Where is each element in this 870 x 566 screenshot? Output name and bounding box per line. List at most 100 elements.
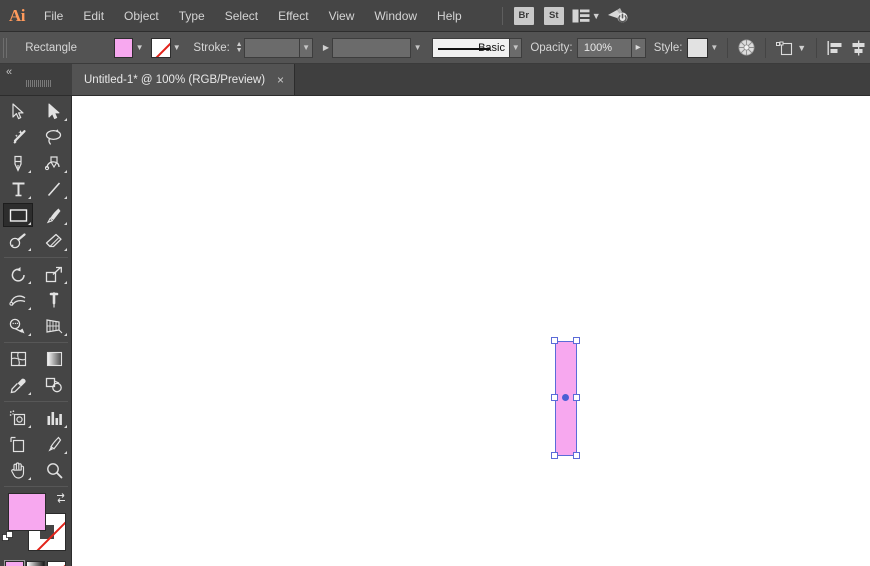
collapse-panel-icon[interactable]: « [6, 66, 12, 78]
menubar-divider [501, 6, 503, 25]
line-segment-tool[interactable] [39, 177, 69, 201]
bridge-button[interactable]: Br [513, 6, 534, 25]
recolor-artwork-icon[interactable] [738, 37, 755, 59]
gradient-tool[interactable] [39, 347, 69, 371]
fill-stroke-controls [0, 491, 72, 555]
fill-color-swatch[interactable] [113, 37, 134, 58]
free-transform-tool[interactable] [39, 288, 69, 312]
illustrator-window: Ai File Edit Object Type Select Effect V… [0, 0, 870, 566]
curvature-tool[interactable] [39, 151, 69, 175]
tool-divider-3 [4, 401, 68, 402]
shaper-tool[interactable] [3, 229, 33, 253]
perspective-grid-tool[interactable] [39, 314, 69, 338]
document-tab[interactable]: Untitled-1* @ 100% (RGB/Preview) × [72, 64, 296, 95]
transform-icon[interactable]: ▼ [776, 37, 806, 59]
stock-button[interactable]: St [543, 6, 564, 25]
rotate-tool[interactable] [3, 262, 33, 286]
gradient-mode-button[interactable] [26, 561, 45, 566]
graphic-style-swatch[interactable] [686, 37, 709, 58]
menu-view[interactable]: View [319, 0, 365, 32]
align-left-icon[interactable] [827, 37, 844, 59]
handle-top-right[interactable] [573, 337, 580, 344]
close-icon[interactable]: × [277, 73, 284, 87]
artboard-tool[interactable] [3, 432, 33, 456]
chevron-down-icon: ▼ [591, 10, 601, 21]
mesh-tool[interactable] [3, 347, 33, 371]
control-bar-divider-2 [765, 37, 767, 58]
tools-grid [0, 96, 72, 483]
canvas-area[interactable] [72, 96, 870, 566]
handle-bottom-right[interactable] [573, 452, 580, 459]
handle-middle-left[interactable] [551, 394, 558, 401]
menu-effect[interactable]: Effect [268, 0, 318, 32]
shape-builder-tool[interactable] [3, 314, 33, 338]
magic-wand-tool[interactable] [3, 125, 33, 149]
style-label: Style: [653, 41, 683, 54]
handle-middle-right[interactable] [573, 394, 580, 401]
hand-tool[interactable] [3, 458, 33, 482]
lasso-tool[interactable] [39, 125, 69, 149]
tool-divider-2 [4, 342, 68, 343]
eraser-tool[interactable] [39, 229, 69, 253]
variable-width-profile-input[interactable] [332, 37, 412, 58]
control-bar-divider-3 [816, 37, 818, 58]
handle-top-left[interactable] [551, 337, 558, 344]
flyout-indicator-icon-rect [28, 222, 31, 225]
eyedropper-tool[interactable] [3, 373, 33, 397]
direct-selection-tool[interactable] [39, 99, 69, 123]
rectangle-tool[interactable] [3, 203, 33, 227]
flyout-indicator-icon-type [28, 196, 31, 199]
menu-window[interactable]: Window [364, 0, 427, 32]
graphic-style-dropdown-icon[interactable]: ▼ [708, 38, 720, 58]
pen-tool[interactable] [3, 151, 33, 175]
align-horizontal-center-icon[interactable] [850, 37, 867, 59]
stroke-color-swatch[interactable] [151, 37, 171, 58]
menu-edit[interactable]: Edit [73, 0, 114, 32]
selection-tool[interactable] [3, 99, 33, 123]
center-anchor-point[interactable] [562, 394, 569, 401]
swap-fill-stroke-icon[interactable] [54, 491, 68, 510]
color-mode-button[interactable] [5, 561, 24, 566]
width-tool[interactable] [3, 288, 33, 312]
column-graph-tool[interactable] [39, 406, 69, 430]
flyout-indicator-icon-width [28, 307, 31, 310]
none-mode-button[interactable] [47, 561, 66, 566]
stroke-options-arrow-icon[interactable]: ▶ [320, 38, 332, 58]
fill-color-dropdown-icon[interactable]: ▼ [133, 38, 145, 58]
symbol-sprayer-tool[interactable] [3, 406, 33, 430]
type-tool[interactable] [3, 177, 33, 201]
scale-tool[interactable] [39, 262, 69, 286]
default-fill-stroke-icon[interactable] [2, 531, 15, 549]
toolpanel-fill-swatch[interactable] [8, 493, 46, 531]
blend-tool[interactable] [39, 373, 69, 397]
menu-select[interactable]: Select [215, 0, 268, 32]
paintbrush-tool[interactable] [39, 203, 69, 227]
adobe-stock-search-icon[interactable] [607, 5, 629, 27]
menu-file[interactable]: File [34, 0, 73, 32]
flyout-indicator-icon-graph [64, 425, 67, 428]
slice-tool[interactable] [39, 432, 69, 456]
menu-help[interactable]: Help [427, 0, 472, 32]
toolbar-drag-grip[interactable] [26, 80, 52, 87]
control-bar-grip[interactable] [1, 33, 9, 62]
flyout-indicator-icon-rotate [28, 281, 31, 284]
stroke-weight-dropdown-icon[interactable]: ▼ [300, 37, 313, 58]
stroke-weight-input[interactable] [243, 37, 301, 58]
flyout-indicator-icon-line [64, 196, 67, 199]
menu-type[interactable]: Type [169, 0, 215, 32]
handle-bottom-left[interactable] [551, 452, 558, 459]
document-tab-bar: « Untitled-1* @ 100% (RGB/Preview) × [0, 64, 870, 96]
workspace-switcher-icon[interactable]: ▼ [572, 5, 601, 27]
brush-definition-dropdown-icon[interactable]: ▼ [510, 37, 523, 58]
opacity-expand-icon[interactable]: ▸ [631, 37, 646, 58]
stroke-color-dropdown-icon[interactable]: ▼ [171, 38, 183, 58]
variable-width-dropdown-icon[interactable]: ▼ [411, 38, 423, 58]
stroke-weight-label: Stroke: [193, 41, 230, 54]
opacity-input[interactable]: 100% [576, 37, 632, 58]
selected-object-type-label: Rectangle [25, 41, 77, 54]
stroke-weight-stepper[interactable]: ▲ ▼ [234, 38, 244, 58]
menu-object[interactable]: Object [114, 0, 169, 32]
zoom-tool[interactable] [39, 458, 69, 482]
brush-definition-swatch[interactable]: Basic [432, 37, 510, 58]
control-bar-divider [727, 37, 729, 58]
